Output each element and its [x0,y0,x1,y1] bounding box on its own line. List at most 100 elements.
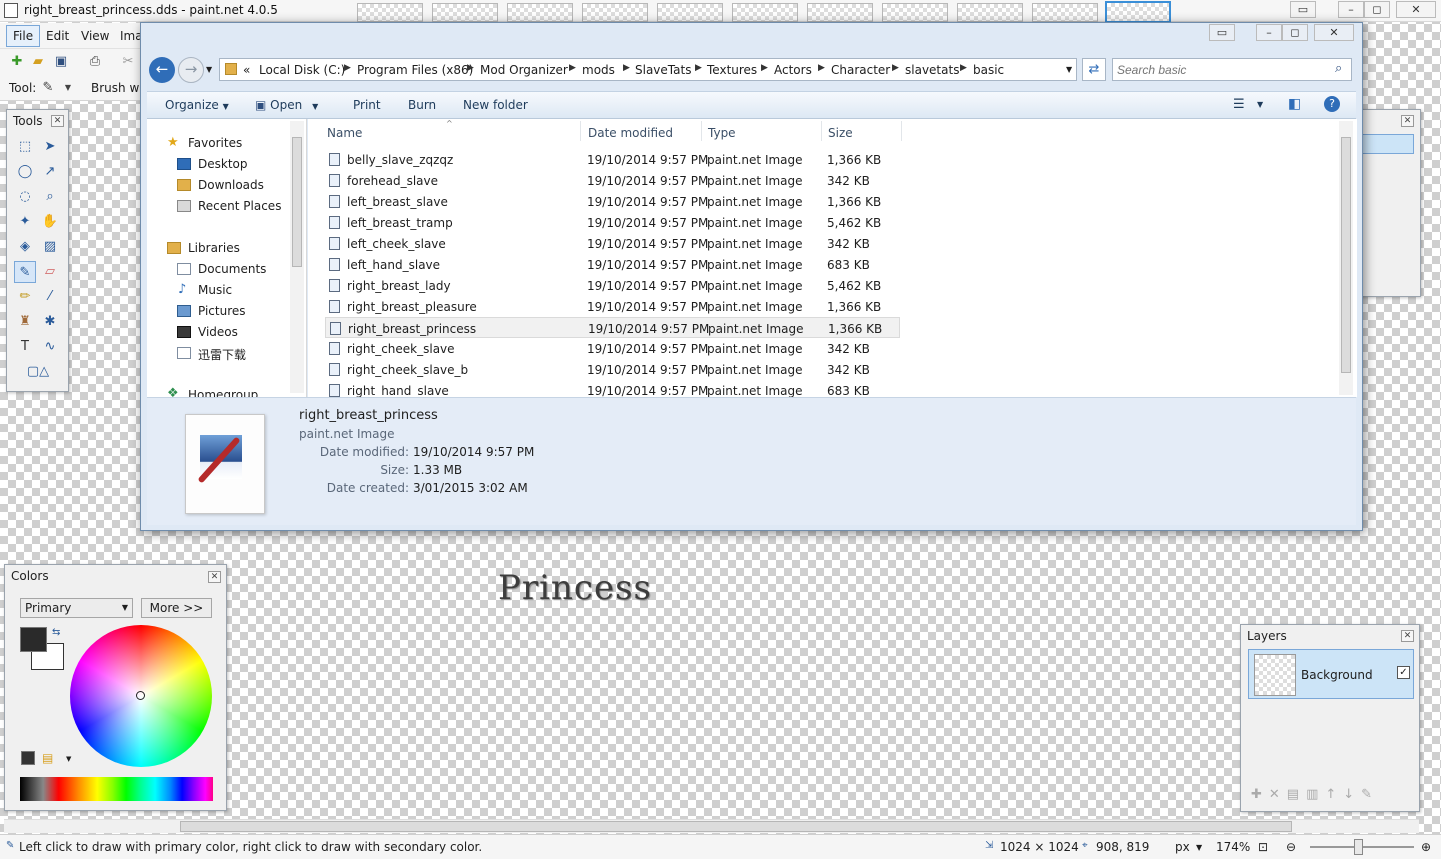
breadcrumb-program-files[interactable]: Program Files (x86) [357,63,473,77]
shapes-icon[interactable]: ▢△ [21,361,55,383]
status-zoom[interactable]: 174% [1216,840,1250,854]
address-bar[interactable]: « Local Disk (C:) ▶ Program Files (x86) … [219,58,1077,81]
minimize-icon[interactable]: – [1256,24,1282,41]
zoom-in-icon[interactable]: ⊕ [1421,840,1431,854]
nav-documents[interactable]: Documents [198,262,266,276]
nav-pictures[interactable]: Pictures [198,304,246,318]
organize-button[interactable]: Organize ▼ [165,98,229,112]
column-header-name[interactable]: Name [327,126,362,140]
chevron-down-icon[interactable]: ▼ [66,755,71,763]
close-icon[interactable]: ✕ [208,571,221,583]
close-icon[interactable]: ✕ [51,115,64,127]
burn-button[interactable]: Burn [408,98,436,112]
breadcrumb-actors[interactable]: Actors [774,63,812,77]
scrollbar-thumb[interactable] [292,137,302,267]
chevron-down-icon[interactable]: ▼ [60,80,76,96]
zoom-out-icon[interactable]: ⊖ [1286,840,1296,854]
image-tab[interactable] [357,3,423,22]
minimize-icon[interactable]: – [1338,1,1364,18]
chevron-down-icon[interactable]: ▼ [1257,100,1263,109]
file-row[interactable]: left_breast_tramp 19/10/2014 9:57 PM paint… [325,212,900,233]
nav-recent-places[interactable]: Recent Places [198,199,281,213]
breadcrumb-local-disk[interactable]: Local Disk (C:) [259,63,345,77]
zoom-icon[interactable]: ⌕ [39,186,61,208]
image-tab[interactable] [882,3,948,22]
chevron-down-icon[interactable]: ▼ [1196,843,1202,852]
image-tab[interactable] [657,3,723,22]
nav-xunlei-downloads[interactable]: 迅雷下载 [198,346,246,363]
breadcrumb-textures[interactable]: Textures [707,63,757,77]
breadcrumb-basic[interactable]: basic [973,63,1004,77]
breadcrumb-separator-icon[interactable]: ▶ [695,63,702,73]
move-selection-icon[interactable]: ➤ [39,136,61,158]
preview-pane-icon[interactable]: ◧ [1288,96,1301,112]
color-palette-strip[interactable] [20,777,213,801]
breadcrumb-separator-icon[interactable]: ▶ [344,63,351,73]
layer-visibility-checkbox[interactable]: ✓ [1397,666,1410,679]
file-row[interactable]: forehead_slave 19/10/2014 9:57 PM paint.ne… [325,170,900,191]
nav-libraries[interactable]: Libraries [188,241,240,255]
paintbrush-tool-icon[interactable]: ✎ [14,261,36,283]
file-row[interactable]: left_breast_slave 19/10/2014 9:57 PM paint… [325,191,900,212]
file-row[interactable]: right_breast_pleasure 19/10/2014 9:57 PM p… [325,296,900,317]
move-selected-icon[interactable]: ↗ [39,161,61,183]
save-icon[interactable]: ▣ [53,54,69,70]
ellipse-select-icon[interactable]: ◌ [14,186,36,208]
forward-arrow-icon[interactable]: → [178,57,204,83]
rectangle-select-icon[interactable]: ⬚ [14,136,36,158]
breadcrumb-separator-icon[interactable]: ▶ [892,63,899,73]
breadcrumb-separator-icon[interactable]: ▶ [623,63,630,73]
nav-videos[interactable]: Videos [198,325,238,339]
column-header-date-modified[interactable]: Date modified [588,126,673,140]
close-icon[interactable]: ✕ [1396,1,1436,18]
new-file-icon[interactable]: ✚ [9,54,25,70]
help-icon[interactable]: ? [1324,96,1340,112]
breadcrumb-separator-icon[interactable]: ▶ [569,63,576,73]
chevron-down-icon[interactable]: ▼ [1066,65,1072,74]
layer-actions-toolbar[interactable]: ✚✕▤▥↑↓✎ [1251,787,1379,802]
back-arrow-icon[interactable]: ← [149,57,175,83]
column-header-type[interactable]: Type [708,126,736,140]
close-icon[interactable]: ✕ [1401,115,1414,127]
file-list-scrollbar[interactable] [1339,121,1353,395]
column-divider[interactable] [901,121,902,141]
gradient-icon[interactable]: ▨ [39,236,61,258]
breadcrumb-separator-icon[interactable]: ▶ [818,63,825,73]
image-tab-active[interactable] [1105,1,1171,23]
view-options-icon[interactable]: ☰ [1233,97,1245,112]
nav-scrollbar[interactable] [290,121,304,393]
paint-bucket-icon[interactable]: ◈ [14,236,36,258]
image-tab[interactable] [732,3,798,22]
column-header-size[interactable]: Size [828,126,853,140]
zoom-slider-thumb[interactable] [1354,839,1363,855]
window-restore-icon[interactable]: ▭ [1209,24,1235,41]
status-unit[interactable]: px [1175,840,1190,854]
breadcrumb-separator-icon[interactable]: ▶ [761,63,768,73]
pencil-icon[interactable]: ✏ [14,286,36,308]
scrollbar-thumb[interactable] [1341,137,1351,373]
line-curve-icon[interactable]: ∿ [39,336,61,358]
file-row[interactable]: right_breast_princess 19/10/2014 9:57 PM p… [325,317,900,338]
maximize-icon[interactable]: ◻ [1364,1,1390,18]
color-picker-icon[interactable]: ⁄ [39,286,61,308]
image-tab[interactable] [432,3,498,22]
nav-music[interactable]: Music [198,283,232,297]
zoom-fit-icon[interactable]: ⊡ [1258,840,1268,854]
paintbrush-icon[interactable]: ✎ [40,80,56,96]
close-icon[interactable]: ✕ [1401,630,1414,642]
breadcrumb-slavetats-lower[interactable]: slavetats [905,63,959,77]
cut-icon[interactable]: ✂ [120,54,136,70]
image-tab[interactable] [1032,3,1098,22]
column-divider[interactable] [821,121,822,141]
print-button[interactable]: Print [353,98,381,112]
palette-menu-icon[interactable]: ▤ [42,751,53,765]
refresh-icon[interactable]: ⇄ [1082,58,1106,81]
menu-edit[interactable]: Edit [40,27,75,45]
file-row[interactable]: left_cheek_slave 19/10/2014 9:57 PM paint.… [325,233,900,254]
search-input[interactable] [1117,61,1327,78]
magic-wand-icon[interactable]: ✦ [14,211,36,233]
image-tab[interactable] [582,3,648,22]
chevron-down-icon[interactable]: ▼ [206,65,212,74]
color-mode-dropdown[interactable]: Primary ▼ [20,598,133,618]
breadcrumb-separator-icon[interactable]: ▶ [467,63,474,73]
